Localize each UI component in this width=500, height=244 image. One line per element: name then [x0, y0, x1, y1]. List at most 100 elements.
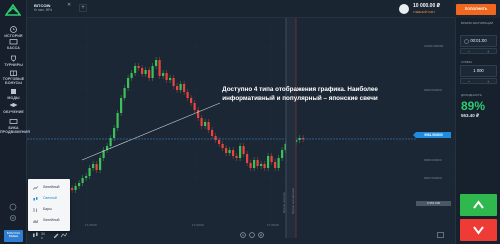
indicators-icon[interactable] — [61, 232, 67, 238]
candle — [186, 92, 189, 98]
payout-value: 553.40 ₽ — [461, 113, 480, 118]
asset-payout: Кт мин. 89% — [34, 8, 53, 12]
bonus-icon — [10, 70, 17, 76]
arrow-down-icon — [473, 226, 484, 235]
tutorial-callout: Доступно 4 типа отображения графика. Наи… — [222, 86, 378, 102]
candle — [120, 98, 123, 113]
chart-type-line[interactable]: Линейный — [28, 183, 70, 192]
pointer-line — [81, 102, 221, 161]
candle — [239, 146, 242, 158]
expiration-time-input[interactable]: 00:01:00 — [460, 35, 497, 47]
current-price-tag: 9981.554000 — [413, 132, 451, 138]
candle — [253, 160, 256, 168]
time-plus-button[interactable]: + — [487, 49, 489, 54]
sidebar-item-label: ТУРНИРЫ — [4, 63, 23, 67]
deposit-button[interactable]: ПОПОЛНИТЬ — [456, 4, 496, 15]
candle — [88, 168, 91, 176]
amount-plus-button[interactable]: + — [487, 79, 489, 84]
candle — [165, 73, 168, 80]
candle — [277, 158, 280, 168]
settings-icon[interactable] — [6, 214, 20, 222]
buy-up-button[interactable] — [460, 194, 497, 216]
candle — [267, 156, 270, 168]
price-chart[interactable]: Время покупки Время экспирации 10000.000… — [27, 18, 455, 244]
y-tick-label: 10000.000000 — [424, 44, 444, 48]
promo-button[interactable]: БОНУСЫ ВЫШЕ — [4, 230, 23, 242]
candle — [242, 146, 245, 154]
candles-icon — [33, 197, 38, 201]
y-tick-label: 9999.000000 — [424, 88, 442, 92]
timeframe-selector[interactable]: 30 с — [41, 232, 45, 240]
arrow-up-icon — [473, 200, 484, 209]
education-icon — [9, 103, 18, 107]
candle — [134, 66, 137, 73]
candle — [169, 78, 172, 80]
candle — [204, 122, 207, 126]
candle — [281, 150, 284, 158]
y-tick-label: 9998.000000 — [424, 158, 442, 162]
expiration-time-label: ВРЕМЯ ЭКСПИРАЦИИ — [461, 21, 494, 25]
bars-icon — [33, 208, 37, 212]
balance-value: 10 000.00 ₽ — [413, 3, 441, 9]
x-tick-label: 17:35:00 — [267, 223, 279, 227]
reference-price-tag: 9 953 000 — [416, 201, 451, 206]
sidebar-item-label: ОБУЧЕНИЕ — [3, 110, 24, 114]
trading-app: ИСТОРИЯ КАССА ТУРНИРЫ ТОРГОВЫЕ БОНУСЫ МО… — [0, 0, 500, 244]
candle — [274, 162, 277, 168]
promo-label: БОНУСЫ ВЫШЕ — [6, 230, 21, 238]
candle — [232, 150, 235, 156]
candle — [74, 186, 77, 190]
y-tick-label: 9997.000000 — [424, 176, 442, 180]
candle — [130, 73, 133, 78]
profit-label: ДОХОДНОСТЬ — [461, 93, 482, 97]
trade-panel: ВРЕМЯ ЭКСПИРАЦИИ 00:01:00 − + СУММА 1 00… — [455, 18, 500, 244]
buy-down-button[interactable] — [460, 219, 497, 241]
chart-type-candles[interactable]: Свечной — [28, 194, 70, 203]
chart-type-label: Бары — [43, 207, 52, 211]
candle — [137, 66, 140, 68]
zoom-out-icon[interactable] — [240, 232, 246, 238]
cashbox-icon — [9, 39, 18, 45]
sidebar-item-promotion[interactable]: БИКА ПРОДВИЖЕНИЯ — [0, 118, 30, 140]
reset-zoom-icon[interactable] — [249, 232, 255, 238]
chart-type-icon[interactable] — [32, 232, 39, 238]
promo-icon — [9, 119, 18, 124]
candle — [197, 110, 200, 118]
chart-type-area[interactable]: Линейный — [28, 216, 70, 225]
candle — [235, 156, 238, 158]
chart-type-label: Линейный — [43, 185, 60, 189]
pencil-icon[interactable] — [53, 232, 59, 238]
time-minus-button[interactable]: − — [468, 49, 470, 54]
sidebar-item-label: КАССА — [7, 46, 20, 50]
amount-stepper: − + — [460, 78, 497, 84]
amount-input[interactable]: 1 000 — [460, 65, 497, 77]
candle — [221, 144, 224, 148]
account-type: УЧЕБНЫЙ СЧЁТ — [413, 10, 435, 14]
candle — [190, 98, 193, 103]
candle — [246, 154, 249, 163]
amount-label: СУММА — [461, 60, 472, 64]
expiration-time-label: Время экспирации — [291, 188, 295, 214]
amount-minus-button[interactable]: − — [468, 79, 470, 84]
candle — [179, 84, 182, 90]
x-tick-label: 17:30:00 — [192, 223, 204, 227]
history-icon — [10, 26, 17, 33]
zoom-in-icon[interactable] — [258, 232, 264, 238]
close-tab-icon[interactable]: ✕ — [67, 2, 71, 8]
asset-tab[interactable]: BITCOIN Кт мин. 89% — [34, 3, 52, 12]
candle — [270, 156, 273, 162]
candle — [113, 128, 116, 138]
candle — [162, 73, 165, 76]
candle — [200, 118, 203, 126]
candle — [260, 164, 263, 166]
candle — [193, 103, 196, 110]
add-asset-button[interactable]: + — [79, 4, 87, 12]
account-balance[interactable]: 10 000.00 ₽ УЧЕБНЫЙ СЧЁТ — [399, 3, 451, 15]
candle — [214, 136, 217, 140]
candle — [249, 163, 252, 168]
chart-type-bars[interactable]: Бары — [28, 205, 70, 214]
candle — [158, 60, 161, 76]
fullscreen-icon[interactable] — [437, 232, 444, 238]
sidebar-item-label: ТОРГОВЫЕ БОНУСЫ — [2, 77, 25, 85]
chat-icon[interactable] — [6, 203, 20, 211]
